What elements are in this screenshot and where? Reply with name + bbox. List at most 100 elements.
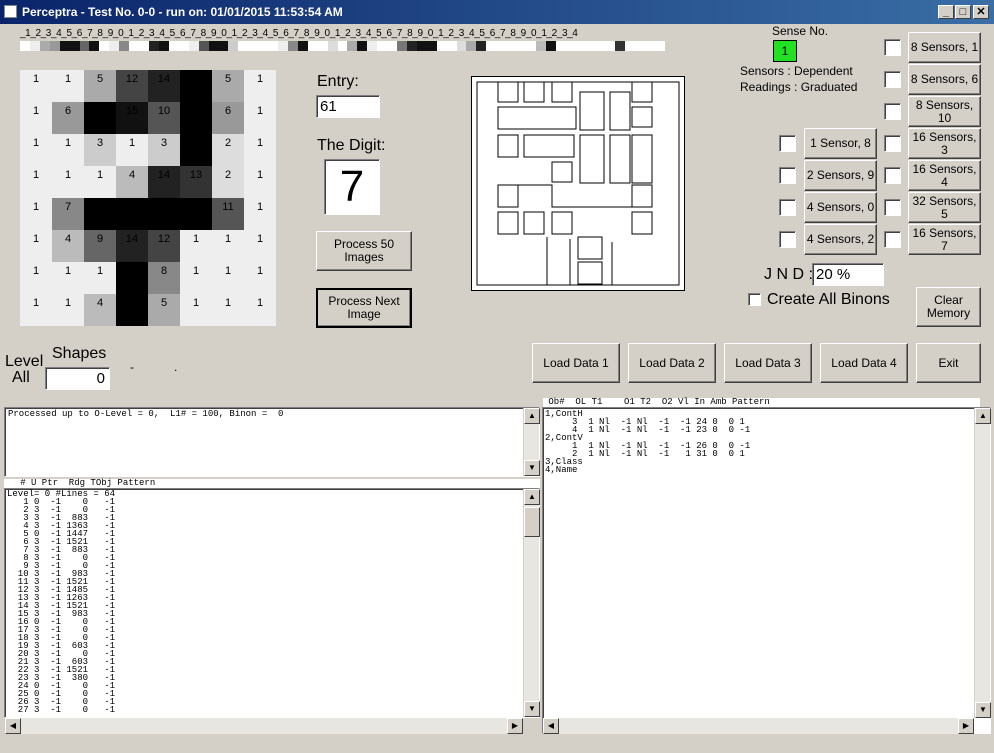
object-scroll-down[interactable]: ▼ [975,702,991,718]
list-hscrollbar[interactable]: ◀ ▶ [5,718,523,734]
close-button[interactable]: ✕ [973,5,989,19]
grid-cell: 1 [20,70,52,102]
sensor-button-left[interactable]: 4 Sensors, 2 [804,224,877,255]
list-scroll-thumb[interactable] [524,507,540,537]
ruler-cell [615,41,626,51]
load-data-3-button[interactable]: Load Data 3 [724,343,812,383]
minimize-button[interactable]: _ [938,5,954,19]
ruler-cell [49,41,60,51]
create-all-binons-checkbox[interactable] [748,293,761,306]
sensor-checkbox-left[interactable] [779,135,796,152]
digit-display: 7 [324,159,380,215]
grid-cell: 5 [84,70,116,102]
maximize-button[interactable]: □ [955,5,971,19]
shape-drawing [476,81,680,286]
load-data-4-button[interactable]: Load Data 4 [820,343,908,383]
sensor-checkbox-left[interactable] [779,231,796,248]
sensor-button-right[interactable]: 16 Sensors, 7 [908,224,981,255]
ruler-cell [238,41,249,51]
process-next-image-button[interactable]: Process Next Image [316,288,412,328]
object-scroll-up[interactable]: ▲ [975,408,991,424]
object-textbox[interactable]: 1,ContH 3 1 Nl -1 Nl -1 -1 24 0 0 1 4 1 … [542,407,991,734]
ruler-cell [139,41,149,51]
load-data-2-button[interactable]: Load Data 2 [628,343,716,383]
sensor-button-left[interactable]: 1 Sensor, 8 [804,128,877,159]
ruler-cell [367,41,378,51]
grid-cell: 4 [84,294,116,326]
list-scroll-right[interactable]: ▶ [507,718,523,734]
sensor-button-right[interactable]: 32 Sensors, 5 [908,192,981,223]
sensor-checkbox-right[interactable] [884,167,901,184]
ruler-cell [357,41,368,51]
sensor-button-right[interactable]: 8 Sensors, 6 [908,64,981,95]
status-textbox[interactable]: Processed up to O-Level = 0, L1# = 100, … [4,407,540,477]
list-header-bar: # U Ptr Rdg TObj Pattern [4,479,540,488]
ruler-cell [377,41,388,51]
shapes-count-field[interactable]: 0 [45,367,110,390]
grid-cell: 13 [180,166,212,198]
sensor-button-right[interactable]: 16 Sensors, 3 [908,128,981,159]
status-scroll-down[interactable]: ▼ [524,460,540,476]
load-data-1-button[interactable]: Load Data 1 [532,343,620,383]
grid-cell: 2 [212,134,244,166]
grid-cell: 12 [148,230,180,262]
ruler-cell [635,41,646,51]
entry-label: Entry: [317,73,359,90]
object-scroll-left[interactable]: ◀ [543,718,559,734]
object-scroll-right[interactable]: ▶ [958,718,974,734]
sensor-checkbox-right[interactable] [884,71,901,88]
ruler-cell [178,41,189,51]
sensor-checkbox-right[interactable] [884,199,901,216]
clear-memory-button[interactable]: Clear Memory [916,287,981,327]
ruler-cell [565,41,576,51]
grid-cell [84,102,116,134]
status-scroll-up[interactable]: ▲ [524,408,540,424]
ruler-cell [516,41,527,51]
list-scrollbar[interactable]: ▲ ▼ [523,489,540,717]
sensor-checkbox-left[interactable] [779,167,796,184]
sensor-checkbox-left[interactable] [779,199,796,216]
grid-cell: 1 [244,230,276,262]
ruler-cell [347,41,358,51]
sensor-checkbox-right[interactable] [884,231,901,248]
sensor-button-left[interactable]: 2 Sensors, 9 [804,160,877,191]
grid-cell: 11 [212,198,244,230]
grid-cell: 1 [244,70,276,102]
ruler-cell [337,41,348,51]
ruler-cell [466,41,477,51]
ruler-cell [307,41,318,51]
grid-cell [180,198,212,230]
binon-list-textbox[interactable]: Level= 0 #Lines = 64 1 0 -1 0 -1 2 3 -1 … [4,488,540,718]
ruler-cell [218,41,229,51]
list-scroll-down[interactable]: ▼ [524,701,540,717]
grid-cell: 15 [116,102,148,134]
sense-no-indicator: 1 [773,40,797,62]
jnd-field[interactable]: 20 % [812,263,884,286]
ruler-cell [287,41,298,51]
process-50-images-button[interactable]: Process 50 Images [316,231,412,271]
sensor-button-right[interactable]: 8 Sensors, 10 [908,96,981,127]
sensor-checkbox-right[interactable] [884,103,901,120]
grid-cell: 1 [20,198,52,230]
sensor-button-left[interactable]: 4 Sensors, 0 [804,192,877,223]
sensor-button-right[interactable]: 8 Sensors, 1 [908,32,981,63]
sensor-button-right[interactable]: 16 Sensors, 4 [908,160,981,191]
list-scroll-up[interactable]: ▲ [524,489,540,505]
ruler-cell [595,41,606,51]
exit-button[interactable]: Exit [916,343,981,383]
ruler-cell [29,41,40,51]
grid-cell: 1 [20,134,52,166]
ruler-cell [129,41,140,51]
sensors-mode-label: Sensors : Dependent [740,64,853,78]
grid-cell: 1 [116,134,148,166]
entry-field[interactable]: 61 [316,95,380,118]
object-hscrollbar[interactable]: ◀ ▶ [543,718,974,734]
grid-cell [116,262,148,294]
sensor-checkbox-right[interactable] [884,135,901,152]
list-scroll-left[interactable]: ◀ [5,718,21,734]
status-scrollbar[interactable]: ▲ ▼ [523,408,540,476]
object-scrollbar[interactable]: ▲ ▼ [974,408,991,718]
ruler-cell [297,41,308,51]
ruler-cell [545,41,556,51]
sensor-checkbox-right[interactable] [884,39,901,56]
